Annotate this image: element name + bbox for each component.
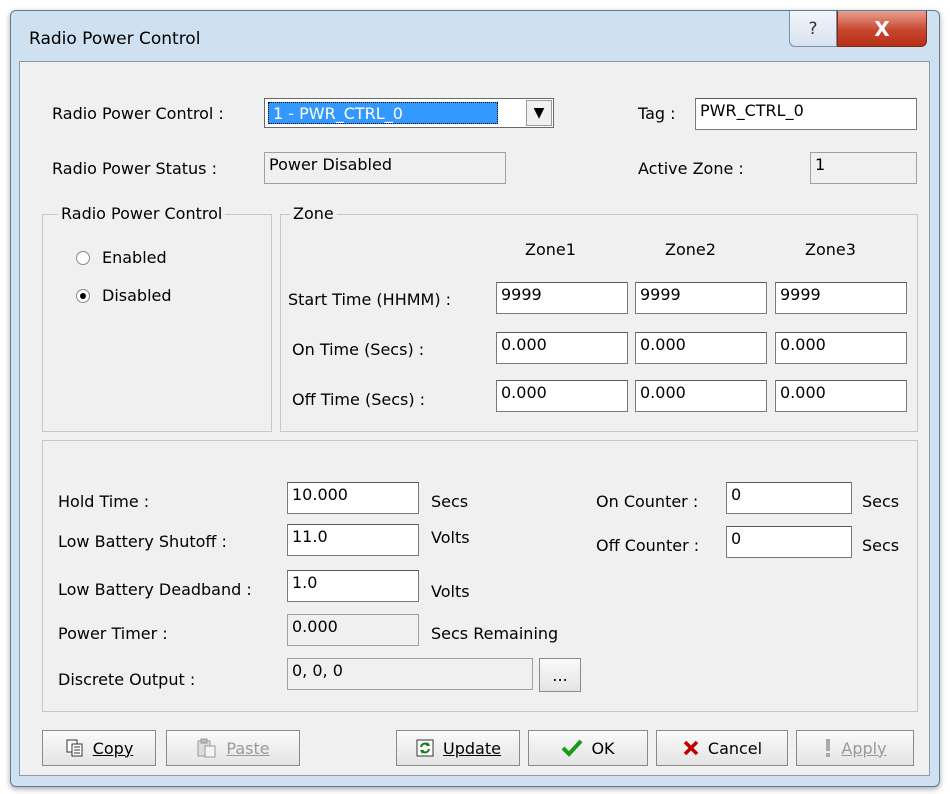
zone-group-title: Zone xyxy=(290,204,337,223)
on-time-label: On Time (Secs) : xyxy=(292,340,425,359)
paste-button[interactable]: Paste xyxy=(166,730,300,766)
hold-time-input[interactable]: 10.000 xyxy=(287,482,419,514)
apply-button-label: Apply xyxy=(841,738,887,758)
dropdown-arrow-icon[interactable]: ▼ xyxy=(526,100,552,126)
window-title: Radio Power Control xyxy=(29,29,201,49)
zone1-off-time-input[interactable]: 0.000 xyxy=(496,380,628,412)
hold-time-label: Hold Time : xyxy=(58,492,150,511)
radio-power-status-value: Power Disabled xyxy=(264,152,506,184)
zone1-on-time-input[interactable]: 0.000 xyxy=(496,332,628,364)
low-battery-shutoff-input[interactable]: 11.0 xyxy=(287,524,419,556)
ok-button[interactable]: OK xyxy=(528,730,648,766)
hold-time-unit: Secs xyxy=(431,492,469,511)
update-button-label: Update xyxy=(443,738,501,758)
cancel-button-label: Cancel xyxy=(707,738,763,758)
zone3-start-time-input[interactable]: 9999 xyxy=(775,282,907,314)
cancel-button[interactable]: Cancel xyxy=(656,730,788,766)
zone3-header: Zone3 xyxy=(805,240,856,259)
zone2-on-time-input[interactable]: 0.000 xyxy=(635,332,767,364)
low-battery-shutoff-label: Low Battery Shutoff : xyxy=(58,532,227,551)
help-icon: ? xyxy=(808,18,818,39)
ok-button-label: OK xyxy=(591,738,615,758)
zone1-header: Zone1 xyxy=(525,240,576,259)
checkmark-icon xyxy=(561,738,583,758)
start-time-label: Start Time (HHMM) : xyxy=(288,290,452,309)
enabled-radio-label: Enabled xyxy=(102,248,167,267)
off-time-label: Off Time (Secs) : xyxy=(292,390,426,409)
title-bar[interactable]: Radio Power Control ? X xyxy=(11,11,939,61)
browse-button-label: ... xyxy=(552,665,568,685)
radio-power-control-group-title: Radio Power Control xyxy=(58,204,226,223)
radio-power-control-select[interactable]: 1 - PWR_CTRL_0 ▼ xyxy=(264,98,554,128)
discrete-output-label: Discrete Output : xyxy=(58,670,196,689)
dialog-body: Radio Power Control : 1 - PWR_CTRL_0 ▼ T… xyxy=(19,61,930,776)
off-counter-label: Off Counter : xyxy=(596,536,700,555)
zone3-off-time-input[interactable]: 0.000 xyxy=(775,380,907,412)
close-icon: X xyxy=(874,16,890,41)
radio-power-control-label: Radio Power Control : xyxy=(52,104,224,123)
low-battery-deadband-input[interactable]: 1.0 xyxy=(287,570,419,602)
copy-button-label: Copy xyxy=(92,738,134,758)
on-counter-label: On Counter : xyxy=(596,492,699,511)
off-counter-input[interactable]: 0 xyxy=(726,526,852,558)
active-zone-label: Active Zone : xyxy=(638,159,744,178)
enabled-radio-button[interactable] xyxy=(76,251,90,265)
on-counter-input[interactable]: 0 xyxy=(726,482,852,514)
zone2-header: Zone2 xyxy=(665,240,716,259)
copy-icon xyxy=(65,738,85,758)
discrete-output-value: 0, 0, 0 xyxy=(287,658,533,690)
paste-icon xyxy=(196,738,218,758)
dialog-window: Radio Power Control ? X Radio Power Cont… xyxy=(10,10,940,787)
low-battery-shutoff-unit: Volts xyxy=(431,528,470,547)
enabled-radio-option[interactable]: Enabled xyxy=(76,246,236,272)
low-battery-deadband-label: Low Battery Deadband : xyxy=(58,580,252,599)
paste-button-label: Paste xyxy=(226,738,270,758)
zone2-start-time-input[interactable]: 9999 xyxy=(635,282,767,314)
power-timer-value: 0.000 xyxy=(287,614,419,646)
update-icon xyxy=(415,738,435,758)
copy-button[interactable]: Copy xyxy=(42,730,156,766)
radio-power-control-selected-value: 1 - PWR_CTRL_0 xyxy=(268,102,498,124)
discrete-output-browse-button[interactable]: ... xyxy=(539,658,581,692)
disabled-radio-label: Disabled xyxy=(102,286,172,305)
zone1-start-time-input[interactable]: 9999 xyxy=(496,282,628,314)
radio-selected-dot xyxy=(80,293,86,299)
close-button[interactable]: X xyxy=(837,11,927,47)
help-button[interactable]: ? xyxy=(789,11,837,47)
disabled-radio-button[interactable] xyxy=(76,289,90,303)
apply-button[interactable]: Apply xyxy=(796,730,914,766)
low-battery-deadband-unit: Volts xyxy=(431,582,470,601)
radio-power-status-label: Radio Power Status : xyxy=(52,159,217,178)
zone2-off-time-input[interactable]: 0.000 xyxy=(635,380,767,412)
tag-label: Tag : xyxy=(638,104,676,123)
zone3-on-time-input[interactable]: 0.000 xyxy=(775,332,907,364)
exclamation-icon xyxy=(823,738,833,758)
update-button[interactable]: Update xyxy=(396,730,520,766)
cancel-x-icon xyxy=(682,739,700,757)
power-timer-label: Power Timer : xyxy=(58,624,168,643)
tag-input[interactable]: PWR_CTRL_0 xyxy=(695,98,917,130)
off-counter-unit: Secs xyxy=(862,536,900,555)
disabled-radio-option[interactable]: Disabled xyxy=(76,284,236,310)
power-timer-unit: Secs Remaining xyxy=(431,624,559,643)
on-counter-unit: Secs xyxy=(862,492,900,511)
active-zone-value: 1 xyxy=(810,152,917,184)
